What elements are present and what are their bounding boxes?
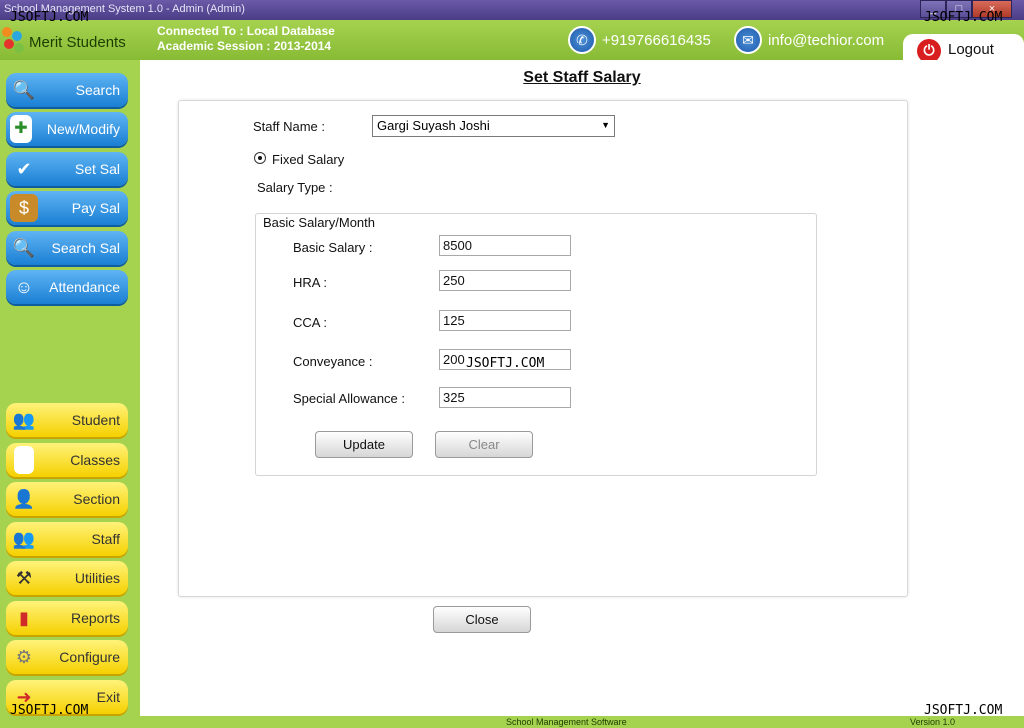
- staff-name-select[interactable]: Gargi Suyash Joshi ▼: [372, 115, 615, 137]
- gear-icon: ⚙: [15, 647, 33, 667]
- sidebar-item-new-modify[interactable]: ✚ New/Modify: [6, 112, 128, 146]
- sidebar-item-label: Student: [71, 412, 120, 428]
- sidebar-item-utilities[interactable]: ⚒ Utilities: [6, 561, 128, 595]
- sidebar-item-attendance[interactable]: ☺ Attendance: [6, 270, 128, 304]
- sidebar-item-label: New/Modify: [46, 121, 120, 137]
- sidebar-item-label: Set Sal: [74, 161, 120, 177]
- sidebar-item-label: Utilities: [74, 570, 120, 586]
- reports-icon: ▮: [19, 608, 29, 628]
- app-logo: Merit Students: [2, 27, 138, 57]
- attendance-icon: ☺: [14, 277, 34, 297]
- hra-label: HRA :: [293, 275, 327, 290]
- app-header: Merit Students Connected To : Local Data…: [0, 20, 1024, 80]
- version-text: Version 1.0: [910, 717, 956, 727]
- utilities-icon: ⚒: [15, 568, 33, 588]
- search-money-icon: 🔍: [12, 238, 36, 258]
- logout-label: Logout: [948, 41, 994, 58]
- sidebar-item-label: Configure: [59, 649, 120, 665]
- conveyance-label: Conveyance :: [293, 354, 373, 369]
- salary-type-label: Salary Type :: [257, 180, 333, 195]
- sidebar-item-label: Exit: [96, 689, 120, 705]
- connection-info: Connected To : Local Database Academic S…: [157, 24, 335, 54]
- app-name: Merit Students: [29, 34, 126, 51]
- academic-session: Academic Session : 2013-2014: [157, 39, 332, 53]
- fixed-salary-label: Fixed Salary: [272, 152, 345, 167]
- sidebar-item-label: Attendance: [49, 279, 120, 295]
- update-button[interactable]: Update: [315, 431, 413, 458]
- watermark: JSOFTJ.COM: [466, 356, 545, 371]
- basic-salary-input[interactable]: 8500: [439, 235, 571, 256]
- basic-salary-label: Basic Salary :: [293, 240, 373, 255]
- sidebar-item-staff[interactable]: 👥 Staff: [6, 522, 128, 556]
- sidebar-item-label: Pay Sal: [71, 200, 120, 216]
- watermark: JSOFTJ.COM: [10, 10, 89, 25]
- main-content: Set Staff Salary Staff Name : Gargi Suya…: [140, 60, 1024, 716]
- sidebar-item-search-sal[interactable]: 🔍 Search Sal: [6, 231, 128, 265]
- clear-button[interactable]: Clear: [435, 431, 533, 458]
- cca-label: CCA :: [293, 315, 327, 330]
- sidebar-item-pay-sal[interactable]: $ Pay Sal: [6, 191, 128, 225]
- phone-number: +919766616435: [602, 31, 711, 49]
- cash-icon: $: [10, 194, 38, 222]
- sidebar-item-label: Search Sal: [51, 240, 120, 256]
- sidebar-item-label: Classes: [70, 452, 120, 468]
- sidebar: 🔍 Search ✚ New/Modify ✔ Set Sal $ Pay Sa…: [0, 60, 158, 728]
- sidebar-item-reports[interactable]: ▮ Reports: [6, 601, 128, 635]
- magnifier-icon: 🔍: [12, 80, 36, 100]
- watermark: JSOFTJ.COM: [924, 10, 1003, 25]
- logo-dots-icon: [2, 27, 30, 55]
- fixed-salary-radio[interactable]: [254, 152, 266, 164]
- money-check-icon: ✔: [16, 159, 32, 179]
- status-bar: School Management Software Version 1.0: [140, 716, 1024, 728]
- sidebar-item-label: Search: [75, 82, 120, 98]
- email-contact: ✉ info@techior.com: [734, 26, 884, 54]
- sidebar-item-section[interactable]: 👤 Section: [6, 482, 128, 516]
- section-icon: 👤: [12, 489, 36, 509]
- phone-icon: ✆: [568, 26, 596, 54]
- special-allowance-input[interactable]: 325: [439, 387, 571, 408]
- connected-to: Connected To : Local Database: [157, 24, 335, 38]
- document-icon: [14, 446, 34, 474]
- sidebar-item-label: Section: [73, 491, 120, 507]
- hra-input[interactable]: 250: [439, 270, 571, 291]
- mail-icon: ✉: [734, 26, 762, 54]
- students-icon: 👥: [12, 410, 36, 430]
- sidebar-item-configure[interactable]: ⚙ Configure: [6, 640, 128, 674]
- status-text: School Management Software: [506, 717, 627, 727]
- sidebar-item-search[interactable]: 🔍 Search: [6, 73, 128, 107]
- sidebar-item-student[interactable]: 👥 Student: [6, 403, 128, 437]
- cca-input[interactable]: 125: [439, 310, 571, 331]
- staff-name-value: Gargi Suyash Joshi: [377, 118, 490, 133]
- sidebar-item-label: Staff: [91, 531, 120, 547]
- special-allowance-label: Special Allowance :: [293, 391, 406, 406]
- watermark: JSOFTJ.COM: [924, 703, 1003, 718]
- page-title: Set Staff Salary: [523, 69, 641, 86]
- new-document-icon: ✚: [10, 115, 32, 143]
- basic-salary-group-label: Basic Salary/Month: [261, 215, 377, 230]
- sidebar-item-set-sal[interactable]: ✔ Set Sal: [6, 152, 128, 186]
- sidebar-item-classes[interactable]: Classes: [6, 443, 128, 477]
- chevron-down-icon: ▼: [601, 120, 610, 130]
- staff-icon: 👥: [12, 529, 36, 549]
- close-button[interactable]: Close: [433, 606, 531, 633]
- email-address: info@techior.com: [768, 31, 885, 49]
- window-titlebar: School Management System 1.0 - Admin (Ad…: [0, 0, 1024, 20]
- staff-name-label: Staff Name :: [253, 119, 326, 134]
- phone-contact: ✆ +919766616435: [568, 26, 711, 54]
- sidebar-item-label: Reports: [70, 610, 120, 626]
- watermark: JSOFTJ.COM: [10, 703, 89, 718]
